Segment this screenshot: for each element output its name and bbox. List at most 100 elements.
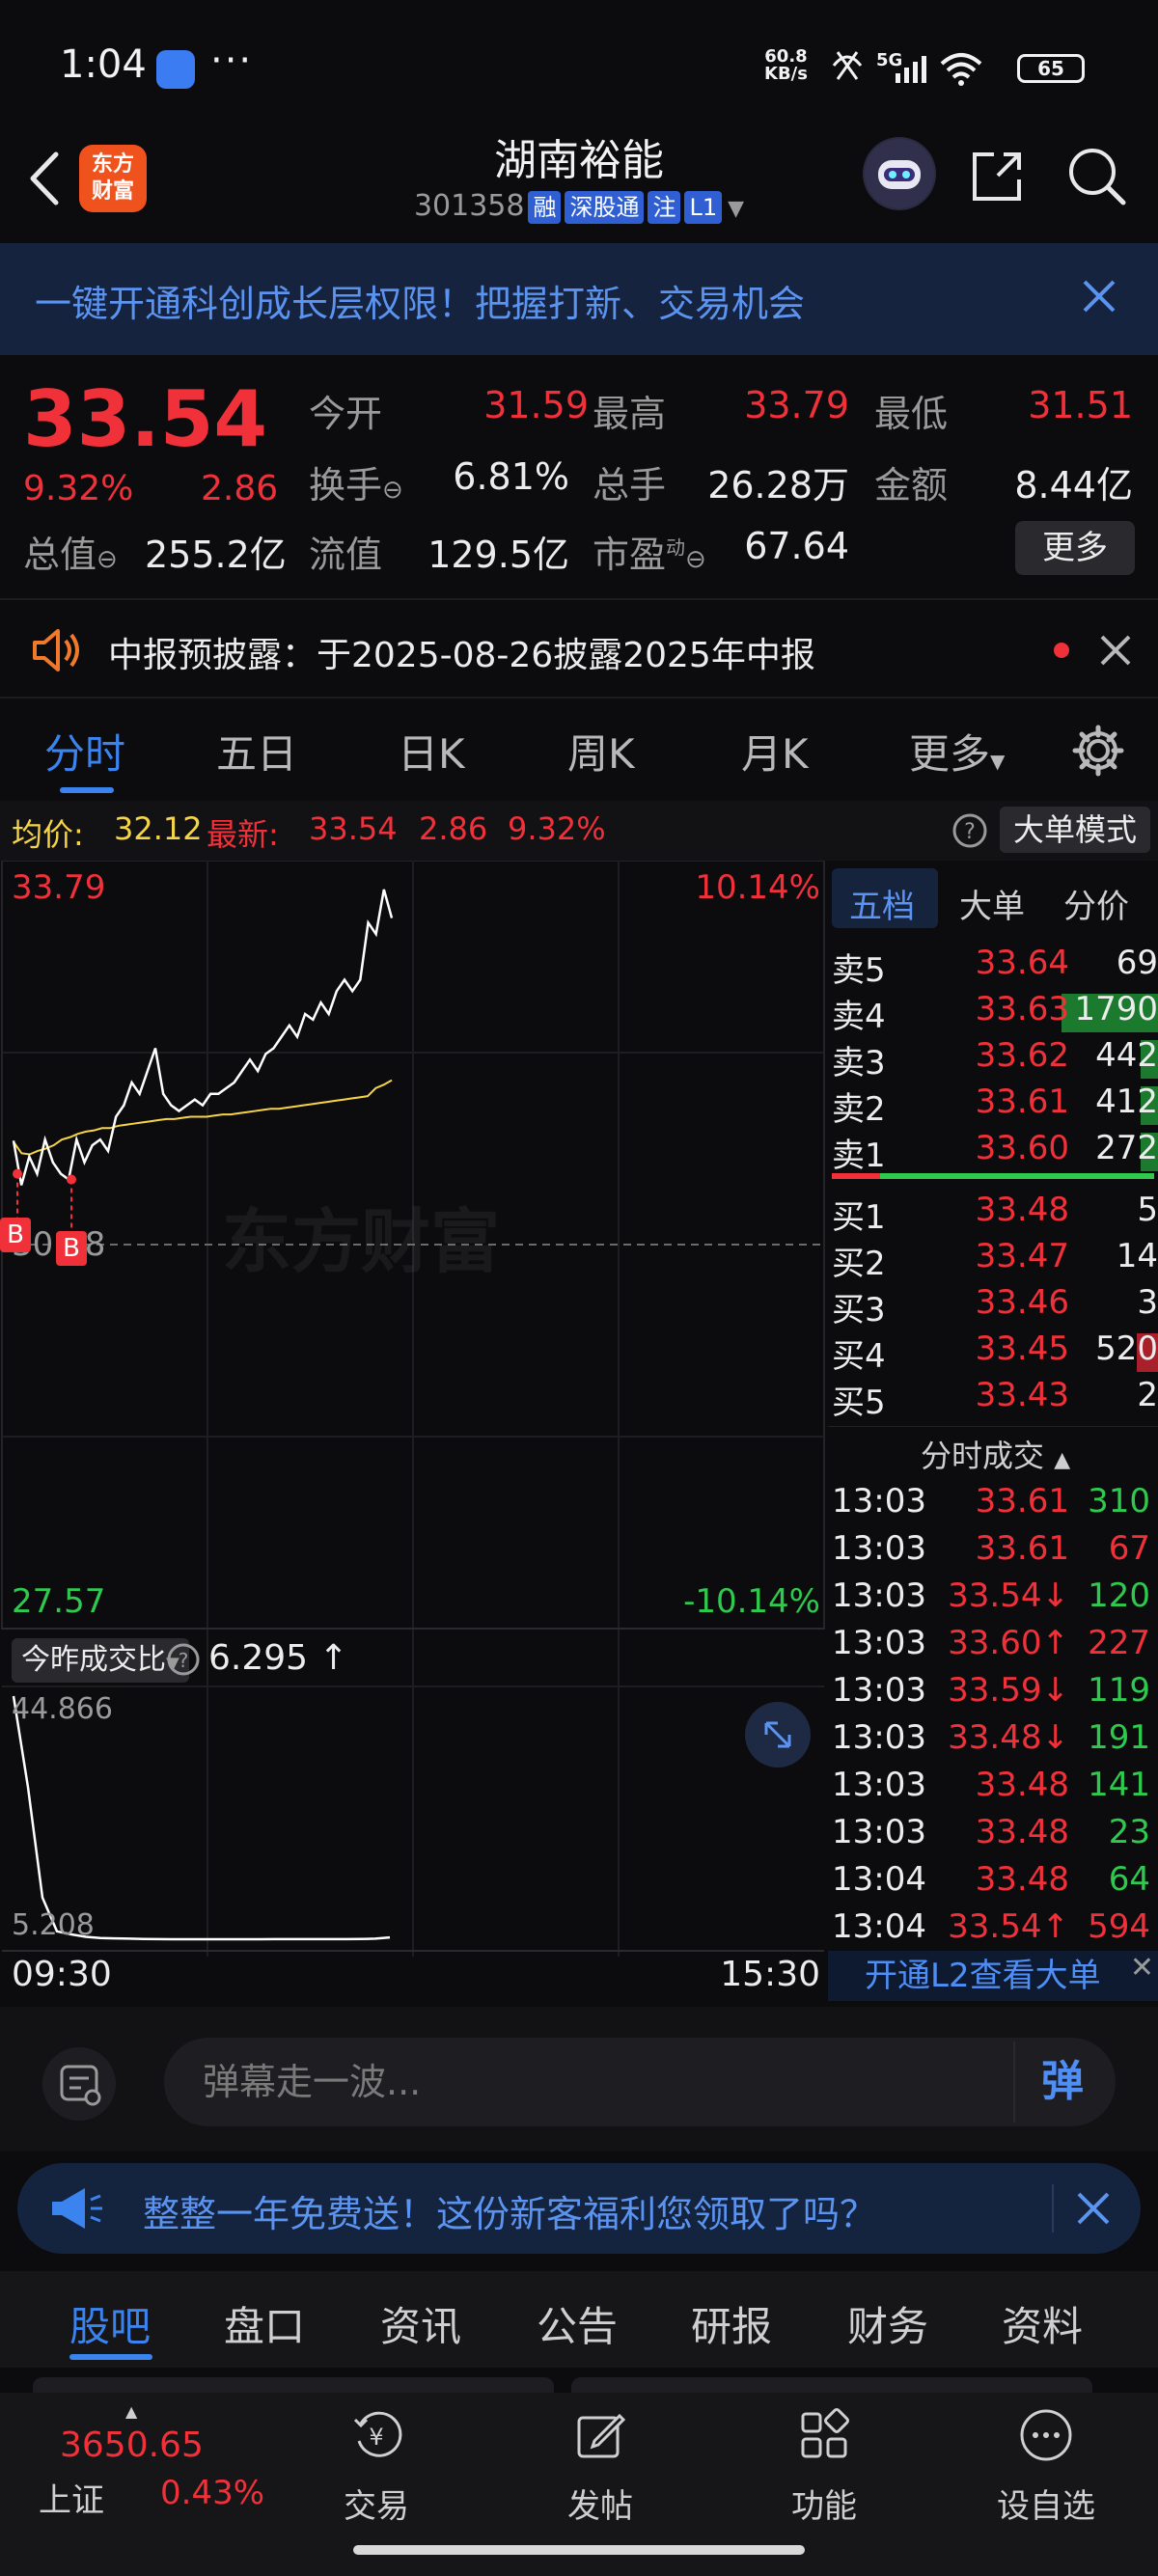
ratio-bar-green <box>880 1173 1154 1179</box>
more-button[interactable]: 更多 <box>1015 521 1135 575</box>
nav-functions[interactable]: 功能 <box>747 2406 901 2527</box>
caret-down-icon: ▼ <box>990 750 1006 773</box>
open-value: 31.59 <box>483 384 589 426</box>
ask-row: 卖5 33.64 69 <box>828 944 1158 990</box>
bid-row: 买5 33.43 2 <box>828 1376 1158 1422</box>
trade-price: 33.48 <box>975 1860 1069 1899</box>
trade-volume: 64 <box>1108 1860 1150 1899</box>
tab-monthly-k[interactable]: 月K <box>741 722 809 781</box>
bid-row: 买1 33.48 5 <box>828 1191 1158 1237</box>
vol-max-label: 44.866 <box>12 1692 113 1726</box>
chevron-down-icon[interactable]: ▼ <box>728 197 744 221</box>
level-volume: 5 <box>1137 1191 1158 1229</box>
index-value[interactable]: 3650.65 <box>60 2425 204 2465</box>
robot-assistant-icon[interactable] <box>863 137 936 210</box>
volume-ratio-selector[interactable]: 今昨成交比▼ <box>12 1638 189 1683</box>
intraday-chart[interactable]: 33.79 10.14% 27.57 -10.14% 30.68 东方财富 B … <box>0 861 826 2001</box>
help-icon[interactable]: ? <box>951 812 988 853</box>
expand-icon[interactable] <box>745 1702 811 1768</box>
trade-volume: 120 <box>1088 1576 1150 1615</box>
tag-margin: 融 <box>528 191 562 224</box>
high-value: 33.79 <box>744 384 849 426</box>
level-label: 买4 <box>832 1337 886 1376</box>
trade-volume: 119 <box>1088 1671 1150 1710</box>
vol-min-label: 5.208 <box>12 1908 95 1942</box>
trade-time: 13:03 <box>832 1766 926 1804</box>
close-icon[interactable] <box>1073 270 1125 322</box>
trades-header[interactable]: 分时成交 ▲ <box>921 1432 1070 1476</box>
tab-market-depth[interactable]: 盘口 <box>224 2294 305 2353</box>
trade-volume: 23 <box>1108 1813 1150 1851</box>
level-label: 买5 <box>832 1384 886 1422</box>
tab-research[interactable]: 研报 <box>691 2294 772 2353</box>
caret-up-icon[interactable]: ▲ <box>125 2402 137 2421</box>
status-icons: 5G <box>828 46 1011 93</box>
level-price: 33.62 <box>975 1036 1069 1075</box>
tab-profile[interactable]: 资料 <box>1002 2294 1083 2353</box>
turnover-label: 换手⊖ <box>309 464 403 507</box>
trade-row: 13:04 33.54↑ 594 <box>828 1907 1158 1955</box>
level-price: 33.61 <box>975 1082 1069 1121</box>
level-label: 买1 <box>832 1198 886 1237</box>
new-user-promo[interactable]: 整整一年免费送！这份新客福利您领取了吗？ <box>17 2163 1141 2254</box>
close-icon[interactable] <box>1069 2184 1117 2236</box>
nav-trade[interactable]: ¥ 交易 <box>299 2406 454 2527</box>
settings-gear-icon[interactable] <box>1071 724 1125 781</box>
level-volume: 3 <box>1137 1283 1158 1322</box>
tab-big-orders[interactable]: 大单 <box>959 880 1025 927</box>
tab-announcements[interactable]: 公告 <box>537 2294 618 2353</box>
info-icon: ⊖ <box>382 476 403 505</box>
time-end: 15:30 <box>720 1955 820 1994</box>
tab-financials[interactable]: 财务 <box>847 2294 928 2353</box>
change-value: 2.86 <box>419 810 488 847</box>
y-low-price: 27.57 <box>12 1582 106 1621</box>
y-high-pct: 10.14% <box>695 868 820 907</box>
trade-time: 13:03 <box>832 1813 926 1851</box>
tab-weekly-k[interactable]: 周K <box>567 722 635 781</box>
level-volume: 442 <box>1095 1036 1158 1075</box>
danmaku-toggle-button[interactable]: 弹 <box>1013 2042 1110 2123</box>
tab-daily-k[interactable]: 日K <box>398 722 465 781</box>
nav-post[interactable]: 发帖 <box>523 2406 677 2527</box>
level-label: 卖5 <box>832 951 886 990</box>
level-volume: 412 <box>1095 1082 1158 1121</box>
chart-tabs: 分时 五日 日K 周K 月K 更多▼ <box>0 702 1158 803</box>
float-cap-value: 129.5亿 <box>427 534 569 576</box>
search-icon[interactable] <box>1065 145 1129 208</box>
home-indicator <box>353 2545 805 2555</box>
buy-marker[interactable]: B <box>0 1218 31 1252</box>
share-icon[interactable] <box>965 145 1029 208</box>
buy-marker[interactable]: B <box>56 1231 87 1266</box>
tab-price-distribution[interactable]: 分价 <box>1063 880 1129 927</box>
help-icon[interactable]: ? <box>166 1642 201 1681</box>
earnings-notice[interactable]: 中报预披露：于2025-08-26披露2025年中报 <box>0 598 1158 699</box>
trade-price: 33.61 <box>975 1529 1069 1568</box>
big-order-mode-button[interactable]: 大单模式 <box>1000 807 1150 853</box>
divider <box>1052 2184 1054 2233</box>
tab-five-day[interactable]: 五日 <box>216 722 297 781</box>
tab-more[interactable]: 更多▼ <box>909 722 1005 781</box>
comment-settings-icon[interactable] <box>42 2047 116 2121</box>
unread-dot <box>1054 643 1069 658</box>
tab-five-levels[interactable]: 五档 <box>849 880 915 927</box>
close-icon[interactable] <box>1094 629 1137 675</box>
close-icon[interactable]: ✕ <box>1130 1943 1154 1993</box>
trade-time: 13:03 <box>832 1624 926 1662</box>
nav-watchlist[interactable]: 设自选 <box>969 2406 1123 2527</box>
intraday-chart-svg <box>1 861 825 1957</box>
tab-intraday[interactable]: 分时 <box>44 722 125 781</box>
tab-forum[interactable]: 股吧 <box>69 2294 151 2353</box>
tab-news[interactable]: 资讯 <box>380 2294 461 2353</box>
marker-point <box>13 1168 22 1179</box>
trade-price: 33.48↓ <box>948 1718 1069 1757</box>
l2-upgrade-link[interactable]: 开通L2查看大单 ✕ <box>828 1951 1158 2001</box>
back-button[interactable] <box>21 145 69 212</box>
danmaku-input[interactable]: 弹幕走一波... <box>164 2038 1116 2126</box>
trade-time: 13:03 <box>832 1482 926 1521</box>
trade-volume: 594 <box>1088 1907 1150 1946</box>
level-price: 33.45 <box>975 1329 1069 1368</box>
trade-row: 13:03 33.48 141 <box>828 1766 1158 1813</box>
change-percent: 9.32% <box>23 469 134 508</box>
pe-label: 市盈动⊖ <box>593 534 706 576</box>
promo-banner[interactable]: 一键开通科创成长层权限！把握打新、交易机会 <box>0 243 1158 355</box>
